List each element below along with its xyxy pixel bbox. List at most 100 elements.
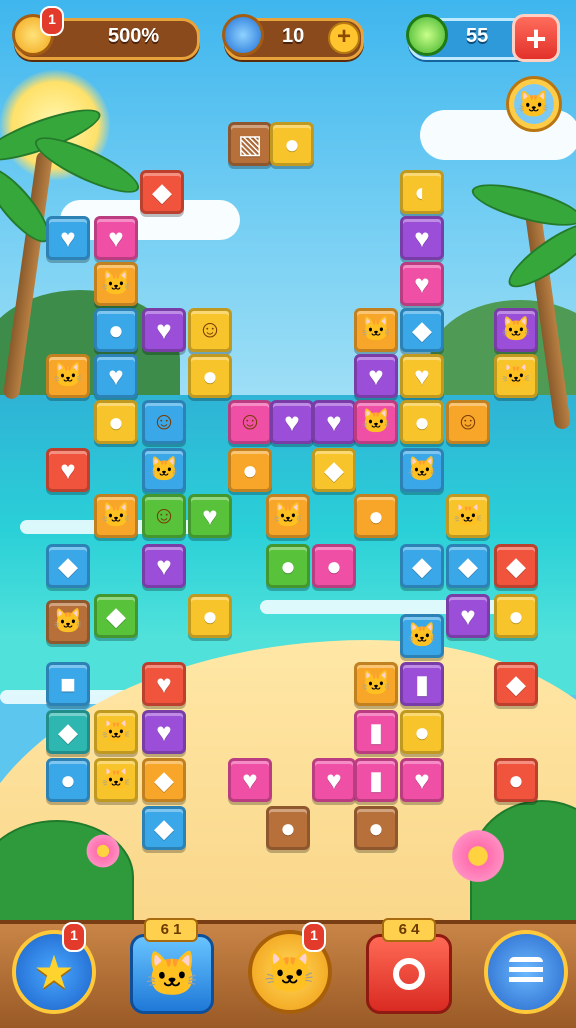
game-tile[interactable]: ♥ bbox=[270, 400, 314, 444]
game-tile[interactable]: ● bbox=[46, 758, 90, 802]
game-tile[interactable]: ♥ bbox=[312, 400, 356, 444]
game-tile[interactable]: ● bbox=[94, 308, 138, 352]
game-tile[interactable]: 🐱 bbox=[354, 400, 398, 444]
tile-symbol-icon: ◆ bbox=[106, 601, 126, 631]
game-tile[interactable]: ♥ bbox=[142, 662, 186, 706]
game-tile[interactable]: ● bbox=[188, 354, 232, 398]
game-tile[interactable]: ♥ bbox=[94, 216, 138, 260]
game-tile[interactable]: ☺ bbox=[188, 308, 232, 352]
game-tile[interactable]: ● bbox=[494, 594, 538, 638]
game-tile[interactable]: 🐱 bbox=[400, 448, 444, 492]
game-tile[interactable]: ● bbox=[354, 494, 398, 538]
game-tile[interactable]: 🐱 bbox=[446, 494, 490, 538]
game-tile[interactable]: ♥ bbox=[400, 354, 444, 398]
game-tile[interactable]: ☺ bbox=[228, 400, 272, 444]
tile-symbol-icon: 🐱 bbox=[407, 456, 437, 483]
game-tile[interactable]: ♥ bbox=[400, 758, 444, 802]
tile-symbol-icon: 🐱 bbox=[101, 718, 131, 745]
game-tile[interactable]: ♥ bbox=[228, 758, 272, 802]
game-tile[interactable]: ♥ bbox=[142, 544, 186, 588]
game-tile[interactable]: ◆ bbox=[46, 544, 90, 588]
game-tile[interactable]: ● bbox=[400, 400, 444, 444]
tile-symbol-icon: ♥ bbox=[156, 315, 172, 345]
tile-symbol-icon: ● bbox=[368, 501, 384, 531]
tile-symbol-icon: 🐱 bbox=[453, 502, 483, 529]
game-tile[interactable]: 🐱 bbox=[354, 662, 398, 706]
game-tile[interactable]: ◆ bbox=[400, 308, 444, 352]
game-tile[interactable]: 🐱 bbox=[494, 354, 538, 398]
game-tile[interactable]: ◐ bbox=[400, 170, 444, 214]
game-tile[interactable]: ♥ bbox=[46, 448, 90, 492]
game-tile[interactable]: ♥ bbox=[354, 354, 398, 398]
game-tile[interactable]: ♥ bbox=[400, 262, 444, 306]
tile-symbol-icon: ● bbox=[280, 813, 296, 843]
game-tile[interactable]: ☺ bbox=[142, 400, 186, 444]
game-tile[interactable]: ◆ bbox=[494, 662, 538, 706]
game-tile[interactable]: ♥ bbox=[142, 710, 186, 754]
menu-icon bbox=[509, 957, 543, 987]
tile-symbol-icon: 🐱 bbox=[361, 408, 391, 435]
game-tile[interactable]: ◆ bbox=[446, 544, 490, 588]
game-tile[interactable]: ♥ bbox=[446, 594, 490, 638]
game-tile[interactable]: ▮ bbox=[354, 710, 398, 754]
game-tile[interactable]: 🐱 bbox=[94, 262, 138, 306]
game-tile[interactable]: ● bbox=[312, 544, 356, 588]
tile-symbol-icon: ◆ bbox=[412, 315, 432, 345]
pet-button[interactable]: 🐱 bbox=[130, 934, 214, 1014]
game-tile[interactable]: ● bbox=[266, 806, 310, 850]
game-tile[interactable]: ● bbox=[188, 594, 232, 638]
game-tile[interactable]: ● bbox=[266, 544, 310, 588]
game-tile[interactable]: ♥ bbox=[94, 354, 138, 398]
game-tile[interactable]: 🐱 bbox=[400, 614, 444, 658]
game-tile[interactable]: ♥ bbox=[400, 216, 444, 260]
game-tile[interactable]: 🐱 bbox=[494, 308, 538, 352]
shop-button[interactable] bbox=[366, 934, 452, 1014]
puzzle-board: ▧ ● ◆ ◐ ♥ ♥ ♥ 🐱 ♥ ● ♥ ☺ 🐱 ◆ 🐱 🐱 ♥ ● ♥ ♥ 🐱 ● ☺ ☺ ♥ ♥ 🐱 ● ☺ ♥ 🐱 ● ◆ 🐱 🐱 ☺ ♥ 🐱 ● 🐱… bbox=[0, 0, 576, 920]
game-tile[interactable]: ◆ bbox=[140, 170, 184, 214]
game-tile[interactable]: ☺ bbox=[446, 400, 490, 444]
tile-symbol-icon: ● bbox=[326, 551, 342, 581]
boost-badge: 1 bbox=[302, 922, 326, 952]
game-tile[interactable]: ● bbox=[94, 400, 138, 444]
game-tile[interactable]: ● bbox=[270, 122, 314, 166]
game-tile[interactable]: ◆ bbox=[312, 448, 356, 492]
game-tile[interactable]: ▮ bbox=[400, 662, 444, 706]
game-tile[interactable]: 🐱 bbox=[142, 448, 186, 492]
tile-symbol-icon: ▮ bbox=[368, 717, 384, 747]
tile-symbol-icon: ◐ bbox=[414, 177, 430, 207]
game-tile[interactable]: ◆ bbox=[142, 758, 186, 802]
tile-symbol-icon: ♥ bbox=[326, 765, 342, 795]
shop-tag: 6 4 bbox=[382, 918, 436, 942]
menu-button[interactable] bbox=[484, 930, 568, 1014]
game-tile[interactable]: 🐱 bbox=[94, 710, 138, 754]
tile-symbol-icon: 🐱 bbox=[361, 316, 391, 343]
game-tile[interactable]: ♥ bbox=[142, 308, 186, 352]
game-tile[interactable]: ● bbox=[494, 758, 538, 802]
tile-symbol-icon: 🐱 bbox=[149, 456, 179, 483]
game-tile[interactable]: ♥ bbox=[312, 758, 356, 802]
game-tile[interactable]: ◆ bbox=[94, 594, 138, 638]
game-tile[interactable]: ■ bbox=[46, 662, 90, 706]
game-tile[interactable]: ♥ bbox=[188, 494, 232, 538]
tile-symbol-icon: ♥ bbox=[414, 765, 430, 795]
game-tile[interactable]: ◆ bbox=[142, 806, 186, 850]
game-tile[interactable]: ● bbox=[354, 806, 398, 850]
tile-symbol-icon: ● bbox=[242, 455, 258, 485]
game-tile[interactable]: 🐱 bbox=[94, 494, 138, 538]
game-tile[interactable]: ☺ bbox=[142, 494, 186, 538]
game-tile[interactable]: ● bbox=[400, 710, 444, 754]
game-tile[interactable]: ◆ bbox=[46, 710, 90, 754]
game-tile[interactable]: 🐱 bbox=[354, 308, 398, 352]
game-tile[interactable]: ● bbox=[228, 448, 272, 492]
game-tile[interactable]: 🐱 bbox=[46, 354, 90, 398]
game-tile[interactable]: ◆ bbox=[494, 544, 538, 588]
game-tile[interactable]: 🐱 bbox=[94, 758, 138, 802]
game-tile[interactable]: ♥ bbox=[46, 216, 90, 260]
game-tile[interactable]: 🐱 bbox=[46, 600, 90, 644]
game-tile[interactable]: ▧ bbox=[228, 122, 272, 166]
game-tile[interactable]: ▮ bbox=[354, 758, 398, 802]
game-tile[interactable]: 🐱 bbox=[266, 494, 310, 538]
tile-symbol-icon: ♥ bbox=[284, 407, 300, 437]
tile-symbol-icon: ☺ bbox=[151, 502, 177, 529]
game-tile[interactable]: ◆ bbox=[400, 544, 444, 588]
